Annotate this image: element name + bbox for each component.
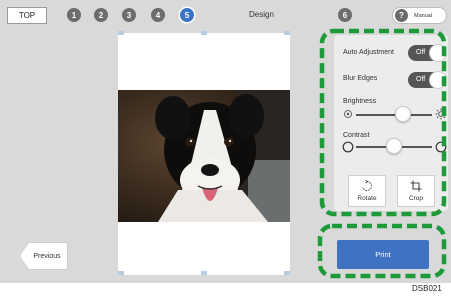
step-1[interactable]: 1 bbox=[67, 8, 81, 22]
sun-small-icon bbox=[344, 110, 352, 118]
dog-photo bbox=[118, 90, 290, 222]
step-4[interactable]: 4 bbox=[151, 8, 165, 22]
rotate-icon bbox=[362, 180, 372, 191]
manual-button[interactable]: ? Manual bbox=[392, 7, 447, 24]
top-button[interactable]: TOP bbox=[7, 7, 47, 24]
rotate-button[interactable]: Rotate bbox=[348, 175, 386, 207]
circle-outline-icon bbox=[342, 141, 354, 153]
brightness-slider-track[interactable] bbox=[356, 114, 432, 116]
page-handle[interactable] bbox=[284, 31, 290, 35]
contrast-label: Contrast bbox=[343, 132, 370, 139]
step-title: Design bbox=[249, 10, 274, 19]
page-handle[interactable] bbox=[118, 31, 124, 35]
crop-icon bbox=[410, 180, 422, 192]
previous-button[interactable]: Previous bbox=[20, 242, 68, 270]
design-workspace: Previous Auto Adjustment Off Blur Edges … bbox=[0, 30, 451, 283]
step-6[interactable]: 6 bbox=[338, 8, 352, 22]
print-label: Print bbox=[375, 250, 391, 259]
contrast-slider-knob[interactable] bbox=[386, 138, 402, 154]
figure-code: DSB021 bbox=[412, 284, 442, 293]
previous-label: Previous bbox=[33, 252, 61, 260]
manual-label: Manual bbox=[414, 12, 433, 19]
step-5-current[interactable]: 5 bbox=[180, 8, 194, 22]
help-icon: ? bbox=[395, 9, 408, 22]
adjustment-panel: Auto Adjustment Off Blur Edges Off Brigh… bbox=[334, 35, 448, 211]
auto-adjustment-label: Auto Adjustment bbox=[343, 49, 394, 56]
blur-edges-toggle[interactable]: Off bbox=[408, 71, 447, 89]
blur-edges-state: Off bbox=[416, 76, 426, 83]
auto-adjustment-toggle[interactable]: Off bbox=[408, 44, 447, 62]
blur-edges-label: Blur Edges bbox=[343, 75, 378, 82]
print-button[interactable]: Print bbox=[337, 240, 429, 269]
brightness-label: Brightness bbox=[343, 98, 377, 105]
auto-adjustment-state: Off bbox=[416, 49, 426, 56]
step-2[interactable]: 2 bbox=[94, 8, 108, 22]
rotate-label: Rotate bbox=[357, 195, 377, 202]
page-handle[interactable] bbox=[201, 271, 207, 275]
page-handle[interactable] bbox=[118, 271, 124, 275]
step-3[interactable]: 3 bbox=[122, 8, 136, 22]
circle-outline-icon bbox=[435, 141, 447, 153]
toggle-knob bbox=[429, 71, 447, 89]
sun-large-icon bbox=[435, 108, 447, 120]
page-handle[interactable] bbox=[284, 271, 290, 275]
brightness-slider-knob[interactable] bbox=[395, 106, 412, 122]
page-handle[interactable] bbox=[201, 31, 207, 35]
top-bar: TOP 1 2 3 4 5 Design 6 ? Manual bbox=[0, 0, 451, 30]
toggle-knob bbox=[429, 44, 447, 62]
crop-label: Crop bbox=[408, 195, 424, 202]
crop-button[interactable]: Crop bbox=[397, 175, 435, 207]
photo-image[interactable] bbox=[118, 90, 290, 222]
